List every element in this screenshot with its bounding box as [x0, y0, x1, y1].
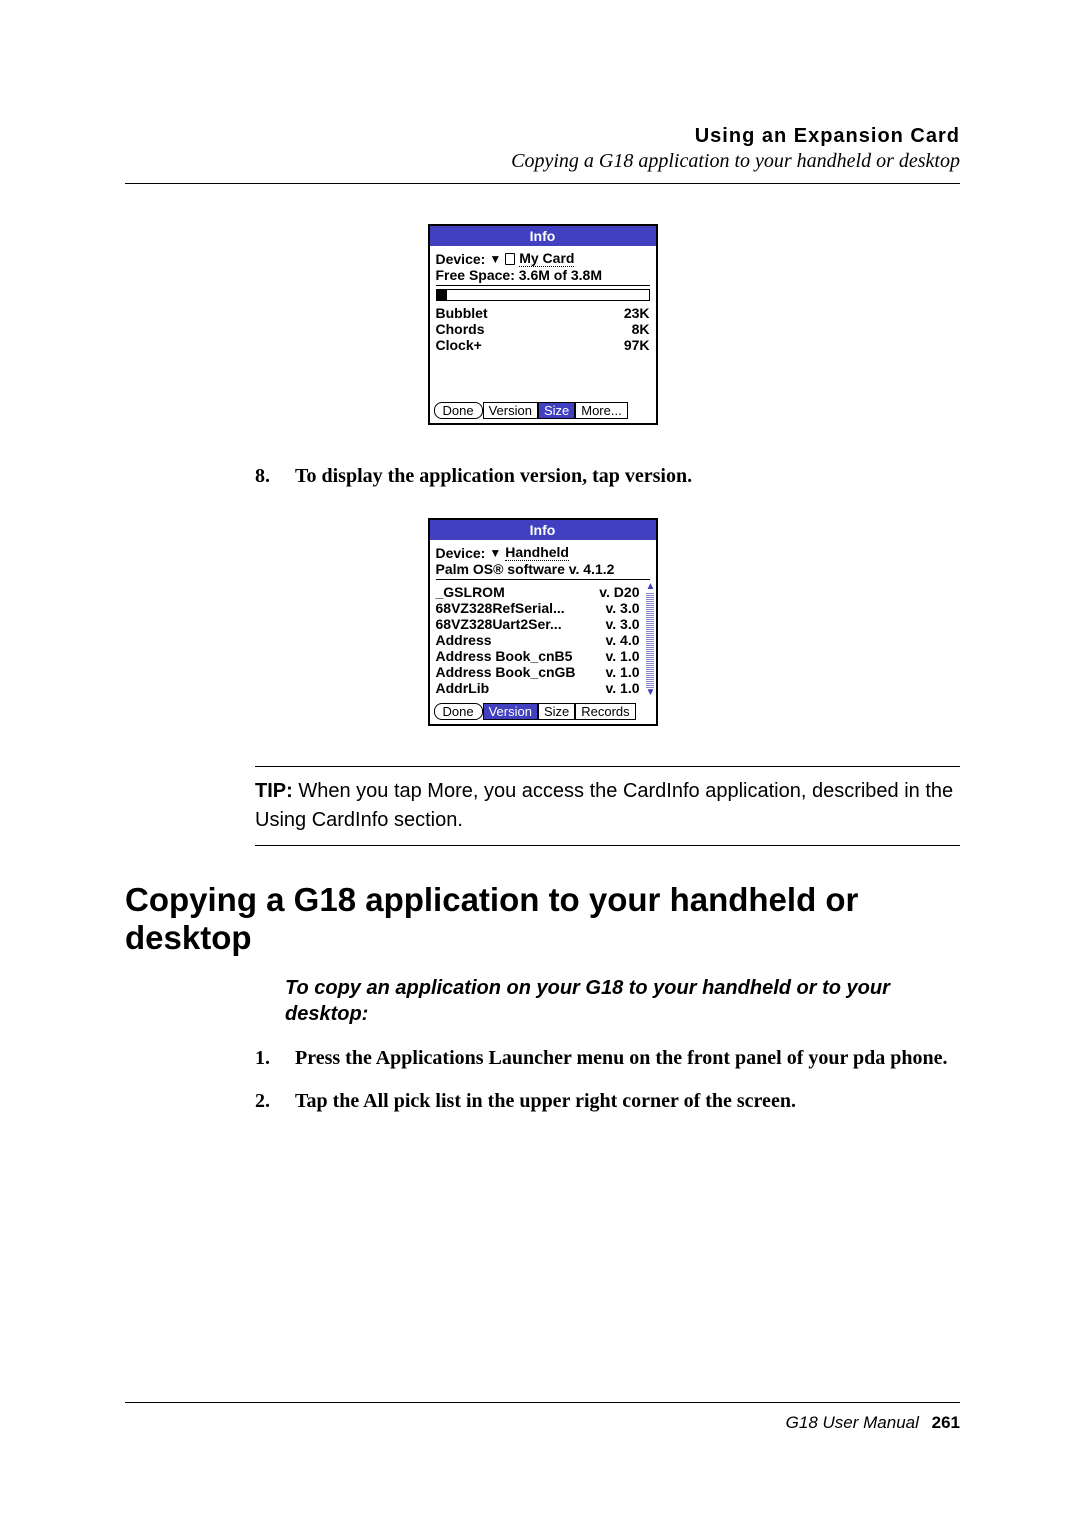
step-text: To display the application version, tap … [295, 465, 960, 488]
dropdown-arrow-icon: ▼ [489, 546, 501, 560]
step-number: 8. [255, 465, 295, 488]
scroll-up-icon[interactable]: ▲ [646, 582, 654, 592]
device-value: My Card [519, 250, 574, 267]
app-version: v. 3.0 [606, 600, 640, 616]
page-number: 261 [932, 1413, 960, 1432]
list-item[interactable]: Chords 8K [436, 321, 650, 337]
list-item[interactable]: Address Book_cnGB v. 1.0 [436, 664, 640, 680]
scrollbar[interactable]: ▲ ▼ [646, 582, 654, 698]
dropdown-arrow-icon: ▼ [489, 252, 501, 266]
app-version: v. 1.0 [606, 664, 640, 680]
records-tab[interactable]: Records [575, 703, 635, 720]
palm-info-window: Info Device: ▼ Handheld Palm OS® softwar… [428, 518, 658, 726]
app-name: Address [436, 632, 492, 648]
os-version-line: Palm OS® software v. 4.1.2 [436, 561, 650, 580]
list-item[interactable]: Clock+ 97K [436, 337, 650, 353]
card-icon [505, 253, 515, 265]
free-space-line: Free Space: 3.6M of 3.8M [436, 267, 650, 286]
version-tab[interactable]: Version [483, 703, 538, 720]
device-label: Device: [436, 251, 486, 267]
scroll-down-icon[interactable]: ▼ [646, 688, 654, 698]
app-name: Address Book_cnGB [436, 664, 576, 680]
app-size: 8K [632, 321, 650, 337]
step-1: 1. Press the Applications Launcher menu … [255, 1047, 960, 1070]
chapter-title: Using an Expansion Card [125, 125, 960, 148]
usage-bar-fill [437, 290, 448, 300]
tip-label: TIP: [255, 780, 293, 802]
list-item[interactable]: Bubblet 23K [436, 305, 650, 321]
page-header: Using an Expansion Card Copying a G18 ap… [125, 125, 960, 173]
app-name: _GSLROM [436, 584, 505, 600]
app-list: _GSLROMv. D20 68VZ328RefSerial...v. 3.0 … [436, 584, 650, 696]
manual-title: G18 User Manual [786, 1413, 919, 1432]
step-2: 2. Tap the All pick list in the upper ri… [255, 1090, 960, 1113]
app-list: Bubblet 23K Chords 8K Clock+ 97K [436, 305, 650, 395]
device-selector[interactable]: Device: ▼ Handheld [436, 544, 650, 561]
usage-bar [436, 289, 650, 301]
app-size: 23K [624, 305, 650, 321]
list-item[interactable]: 68VZ328RefSerial... v. 3.0 [436, 600, 640, 616]
tip-rule-top [255, 766, 960, 767]
footer-divider [125, 1402, 960, 1403]
step-text: Tap the All pick list in the upper right… [295, 1090, 960, 1113]
size-tab[interactable]: Size [538, 703, 575, 720]
step-number: 2. [255, 1090, 295, 1113]
device-selector[interactable]: Device: ▼ My Card [436, 250, 650, 267]
tip-body: When you tap More, you access the CardIn… [255, 780, 953, 831]
app-version: v. 1.0 [606, 680, 640, 696]
page-footer: G18 User Manual 261 [125, 1394, 960, 1433]
tip-callout: TIP: When you tap More, you access the C… [255, 766, 960, 846]
tip-text: TIP: When you tap More, you access the C… [255, 777, 960, 835]
device-label: Device: [436, 545, 486, 561]
page-container: Using an Expansion Card Copying a G18 ap… [0, 0, 1080, 1528]
palm-info-window: Info Device: ▼ My Card Free Space: 3.6M … [428, 224, 658, 425]
scroll-track[interactable] [646, 592, 654, 688]
done-button[interactable]: Done [434, 402, 483, 419]
section-subtitle: Copying a G18 application to your handhe… [125, 150, 960, 173]
app-name: Chords [436, 321, 485, 337]
app-version: v. 3.0 [606, 616, 640, 632]
app-name: Address Book_cnB5 [436, 648, 573, 664]
screenshot-size-view: Info Device: ▼ My Card Free Space: 3.6M … [125, 224, 960, 425]
tip-rule-bottom [255, 845, 960, 846]
size-tab[interactable]: Size [538, 402, 575, 419]
list-item[interactable]: AddrLib v. 1.0 [436, 680, 640, 696]
palm-title: Info [430, 520, 656, 540]
app-version: v. D20 [599, 584, 639, 600]
step-8: 8. To display the application version, t… [255, 465, 960, 488]
palm-title: Info [430, 226, 656, 246]
app-name: 68VZ328Uart2Ser... [436, 616, 562, 632]
device-value: Handheld [505, 544, 569, 561]
header-divider [125, 183, 960, 184]
app-name: 68VZ328RefSerial... [436, 600, 565, 616]
app-name: Bubblet [436, 305, 488, 321]
list-item[interactable]: Address Book_cnB5 v. 1.0 [436, 648, 640, 664]
done-button[interactable]: Done [434, 703, 483, 720]
screenshot-version-view: Info Device: ▼ Handheld Palm OS® softwar… [125, 518, 960, 726]
step-number: 1. [255, 1047, 295, 1070]
app-name: Clock+ [436, 337, 482, 353]
step-text: Press the Applications Launcher menu on … [295, 1047, 960, 1070]
app-version: v. 1.0 [606, 648, 640, 664]
list-item[interactable]: Address v. 4.0 [436, 632, 640, 648]
more-button[interactable]: More... [575, 402, 627, 419]
list-item[interactable]: 68VZ328Uart2Ser... v. 3.0 [436, 616, 640, 632]
app-name: AddrLib [436, 680, 490, 696]
section-heading: Copying a G18 application to your handhe… [125, 881, 960, 957]
app-size: 97K [624, 337, 650, 353]
app-version: v. 4.0 [606, 632, 640, 648]
instruction-subheading: To copy an application on your G18 to yo… [285, 975, 960, 1027]
list-item[interactable]: _GSLROM v. D20 [436, 584, 640, 600]
version-tab[interactable]: Version [483, 402, 538, 419]
